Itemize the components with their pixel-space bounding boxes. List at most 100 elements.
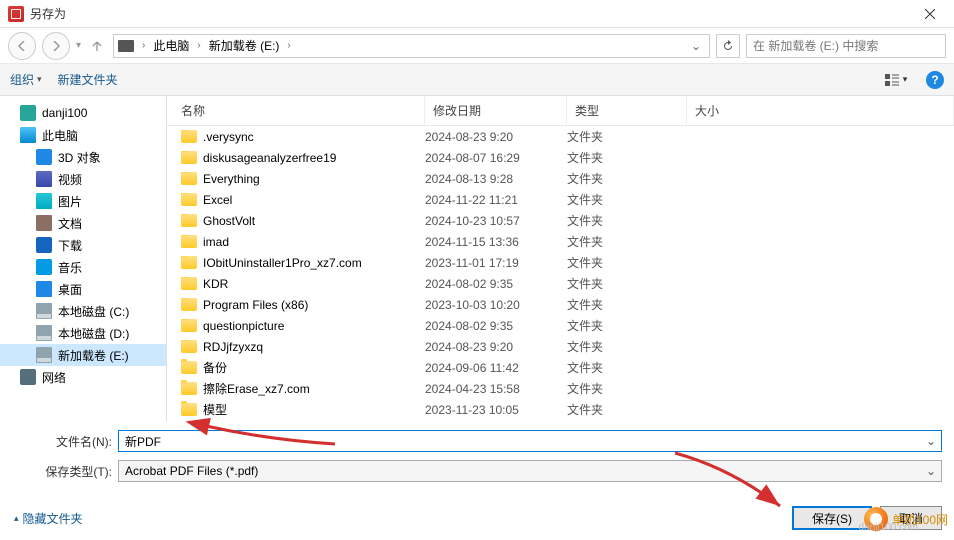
- organize-button[interactable]: 组织 ▾: [10, 71, 42, 88]
- sidebar-label: 下载: [58, 237, 82, 254]
- folder-icon: [181, 256, 197, 269]
- file-name: .verysync: [203, 130, 254, 144]
- file-row[interactable]: Excel2024-11-22 11:21文件夹: [167, 189, 954, 210]
- app-icon: [8, 6, 24, 22]
- file-row[interactable]: questionpicture2024-08-02 9:35文件夹: [167, 315, 954, 336]
- savetype-dropdown[interactable]: ⌄: [923, 463, 939, 479]
- folder-icon: [181, 172, 197, 185]
- sidebar-item[interactable]: 网络: [0, 366, 166, 388]
- chevron-right-icon[interactable]: ›: [140, 40, 147, 51]
- hide-folders-button[interactable]: ▴ 隐藏文件夹: [14, 510, 83, 527]
- file-name: imad: [203, 235, 229, 249]
- watermark-url: danji100.com: [859, 522, 918, 533]
- address-bar[interactable]: › 此电脑 › 新加载卷 (E:) › ⌄: [113, 34, 710, 58]
- folder-icon: [181, 214, 197, 227]
- sidebar-label: 新加载卷 (E:): [58, 347, 129, 364]
- sidebar-item[interactable]: 3D 对象: [0, 146, 166, 168]
- col-type[interactable]: 类型: [567, 96, 687, 125]
- chevron-right-icon[interactable]: ›: [285, 40, 292, 51]
- file-row[interactable]: KDR2024-08-02 9:35文件夹: [167, 273, 954, 294]
- file-type: 文件夹: [567, 212, 687, 229]
- file-row[interactable]: 备份2024-09-06 11:42文件夹: [167, 357, 954, 378]
- view-options-button[interactable]: ▾: [882, 68, 910, 92]
- sidebar-label: 本地磁盘 (C:): [58, 303, 129, 320]
- sidebar[interactable]: danji100 此电脑3D 对象视频图片文档下载音乐桌面本地磁盘 (C:) 本地磁…: [0, 96, 167, 422]
- file-row[interactable]: .verysync2024-08-23 9:20文件夹: [167, 126, 954, 147]
- file-row[interactable]: IObitUninstaller1Pro_xz7.com 2023-11-01 1…: [167, 252, 954, 273]
- recent-dropdown[interactable]: ▾: [76, 40, 81, 51]
- arrow-right-icon: [51, 41, 61, 51]
- file-date: 2023-11-01 17:19: [425, 256, 567, 270]
- sidebar-icon: [36, 215, 52, 231]
- close-button[interactable]: [910, 0, 950, 28]
- file-type: 文件夹: [567, 275, 687, 292]
- file-date: 2024-09-06 11:42: [425, 361, 567, 375]
- sidebar-item[interactable]: 图片: [0, 190, 166, 212]
- filename-label: 文件名(N):: [20, 433, 118, 450]
- refresh-button[interactable]: [716, 34, 740, 58]
- folder-icon: [181, 151, 197, 164]
- sidebar-item[interactable]: 视频: [0, 168, 166, 190]
- sidebar-icon: [20, 127, 36, 143]
- file-date: 2024-08-02 9:35: [425, 277, 567, 291]
- file-name: 擦除Erase_xz7.com: [203, 380, 310, 397]
- sidebar-label: 视频: [58, 171, 82, 188]
- filename-field[interactable]: ⌄: [118, 430, 942, 452]
- file-name: RDJjfzyxzq: [203, 340, 263, 354]
- file-list[interactable]: 名称 修改日期 类型 大小 .verysync2024-08-23 9:20文件…: [167, 96, 954, 422]
- close-icon: [925, 9, 935, 19]
- forward-button[interactable]: [42, 32, 70, 60]
- file-date: 2024-08-02 9:35: [425, 319, 567, 333]
- search-input[interactable]: 在 新加载卷 (E:) 中搜索: [746, 34, 946, 58]
- folder-icon: [181, 361, 197, 374]
- col-date[interactable]: 修改日期: [425, 96, 567, 125]
- file-name: Excel: [203, 193, 232, 207]
- sidebar-item[interactable]: 本地磁盘 (C:): [0, 300, 166, 322]
- file-row[interactable]: diskusageanalyzerfree192024-08-07 16:29文…: [167, 147, 954, 168]
- toolbar: 组织 ▾ 新建文件夹 ▾ ?: [0, 64, 954, 96]
- back-button[interactable]: [8, 32, 36, 60]
- col-name[interactable]: 名称: [167, 96, 425, 125]
- sidebar-label: 文档: [58, 215, 82, 232]
- file-row[interactable]: imad2024-11-15 13:36文件夹: [167, 231, 954, 252]
- file-row[interactable]: RDJjfzyxzq2024-08-23 9:20文件夹: [167, 336, 954, 357]
- sidebar-item[interactable]: 文档: [0, 212, 166, 234]
- filename-dropdown[interactable]: ⌄: [923, 433, 939, 449]
- chevron-right-icon[interactable]: ›: [195, 40, 202, 51]
- up-button[interactable]: [87, 36, 107, 56]
- path-this-pc[interactable]: 此电脑: [149, 35, 193, 57]
- file-row[interactable]: 模型2023-11-23 10:05文件夹: [167, 399, 954, 420]
- help-button[interactable]: ?: [926, 71, 944, 89]
- file-row[interactable]: Program Files (x86)2023-10-03 10:20文件夹: [167, 294, 954, 315]
- file-row[interactable]: GhostVolt2024-10-23 10:57文件夹: [167, 210, 954, 231]
- sidebar-label: danji100: [42, 106, 87, 120]
- sidebar-item[interactable]: 桌面: [0, 278, 166, 300]
- file-row[interactable]: 擦除Erase_xz7.com2024-04-23 15:58文件夹: [167, 378, 954, 399]
- path-drive[interactable]: 新加载卷 (E:): [205, 35, 284, 57]
- sidebar-icon: [36, 347, 52, 363]
- sidebar-item[interactable]: 本地磁盘 (D:): [0, 322, 166, 344]
- file-row[interactable]: Everything2024-08-13 9:28文件夹: [167, 168, 954, 189]
- sidebar-icon: [20, 369, 36, 385]
- file-type: 文件夹: [567, 254, 687, 271]
- file-name: questionpicture: [203, 319, 284, 333]
- folder-icon: [181, 382, 197, 395]
- file-name: IObitUninstaller1Pro_xz7.com: [203, 256, 362, 270]
- file-type: 文件夹: [567, 401, 687, 418]
- file-date: 2024-11-22 11:21: [425, 193, 567, 207]
- file-type: 文件夹: [567, 338, 687, 355]
- col-size[interactable]: 大小: [687, 96, 954, 125]
- new-folder-button[interactable]: 新建文件夹: [58, 71, 118, 88]
- sidebar-item[interactable]: 下载: [0, 234, 166, 256]
- savetype-field[interactable]: Acrobat PDF Files (*.pdf) ⌄: [118, 460, 942, 482]
- sidebar-item[interactable]: 新加载卷 (E:): [0, 344, 166, 366]
- filename-input[interactable]: [125, 434, 935, 448]
- sidebar-label: 桌面: [58, 281, 82, 298]
- sidebar-item[interactable]: 音乐: [0, 256, 166, 278]
- folder-icon: [181, 193, 197, 206]
- address-dropdown[interactable]: ⌄: [687, 39, 705, 53]
- sidebar-icon: [36, 281, 52, 297]
- sidebar-item[interactable]: danji100: [0, 102, 166, 124]
- sidebar-item[interactable]: 此电脑: [0, 124, 166, 146]
- sidebar-icon: [36, 237, 52, 253]
